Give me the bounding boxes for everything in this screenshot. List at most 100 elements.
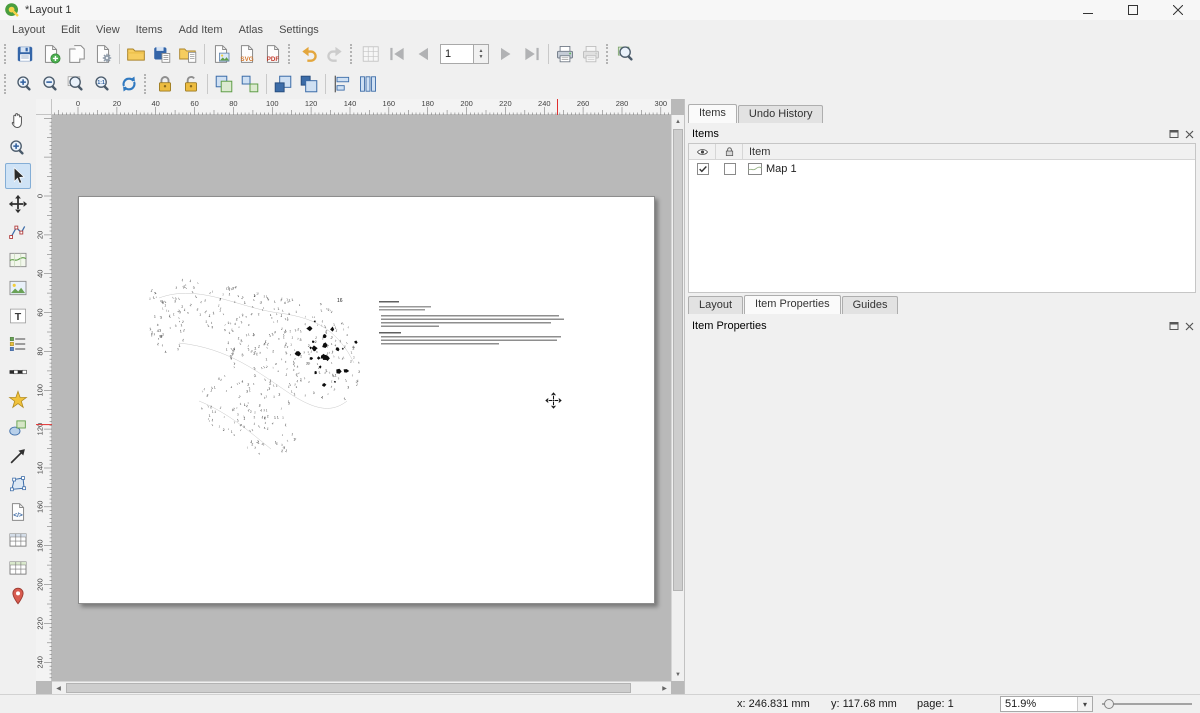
tab-layout[interactable]: Layout [688,296,743,314]
add-fixed-table-button[interactable] [5,555,31,581]
select-move-item-button[interactable] [5,163,31,189]
menu-view[interactable]: View [88,22,128,38]
scroll-right-icon[interactable]: ▶ [658,682,671,694]
menu-items[interactable]: Items [128,22,171,38]
print-button[interactable] [552,41,578,67]
export-as-image-button[interactable] [208,41,234,67]
add-node-item-button[interactable] [5,471,31,497]
zoom-slider[interactable] [1102,695,1192,713]
zoom-level-combo[interactable]: 51.9% ▾ [1000,696,1093,712]
edit-nodes-item-button[interactable] [5,219,31,245]
svg-text:1: 1 [274,300,277,304]
horizontal-ruler[interactable]: 0204060801001201401601802002202402602803… [52,99,671,115]
ungroup-items-button[interactable] [237,71,263,97]
tab-undo-history[interactable]: Undo History [738,105,824,123]
menu-edit[interactable]: Edit [53,22,88,38]
zoom-in-button[interactable] [12,71,38,97]
export-as-svg-button[interactable]: SVG [234,41,260,67]
map-item[interactable]: 142121322332131111 1211 1114432111212221… [139,253,369,461]
menu-layout[interactable]: Layout [4,22,53,38]
zoom-slider-handle[interactable] [1104,699,1114,709]
tab-item-properties[interactable]: Item Properties [744,295,841,314]
menu-atlas[interactable]: Atlas [231,22,271,38]
raise-selected-items-button[interactable] [270,71,296,97]
menu-add-item[interactable]: Add Item [171,22,231,38]
scroll-down-icon[interactable]: ▼ [672,668,684,681]
add-marker-button[interactable] [5,583,31,609]
add-attribute-table-button[interactable] [5,527,31,553]
add-shape-button[interactable] [5,415,31,441]
main-area: T </> 02040608010012014016018020022024026… [0,99,1200,694]
add-map-button[interactable] [5,247,31,273]
save-layout-button[interactable] [12,41,38,67]
float-panel-icon[interactable] [1169,321,1179,331]
unlock-all-items-button[interactable] [178,71,204,97]
toolbar-separator [548,44,549,64]
visibility-checkbox[interactable] [697,163,709,175]
lock-column-header[interactable] [716,144,743,159]
atlas-page-spinbox[interactable]: ▲▼ [440,44,489,64]
item-column-header[interactable]: Item [743,144,1195,159]
close-panel-icon[interactable] [1185,130,1194,139]
zoom-out-button[interactable] [38,71,64,97]
move-item-content-button[interactable] [5,191,31,217]
visibility-column-header[interactable] [689,144,716,159]
atlas-icon [361,44,381,64]
menu-settings[interactable]: Settings [271,22,327,38]
pan-button[interactable] [5,107,31,133]
svg-text:2: 2 [267,414,269,418]
float-panel-icon[interactable] [1169,129,1179,139]
load-from-template-button[interactable] [175,41,201,67]
text-item[interactable] [379,300,573,354]
layout-manager-button[interactable] [90,41,116,67]
refresh-view-button[interactable] [116,71,142,97]
add-north-arrow-button[interactable] [5,387,31,413]
add-legend-button[interactable] [5,331,31,357]
page[interactable]: 142121322332131111 1211 1114432111212221… [78,196,655,604]
open-layout-button[interactable] [123,41,149,67]
vertical-scroll-thumb[interactable] [673,129,683,591]
lock-selected-items-button[interactable] [152,71,178,97]
spinner-arrows-icon[interactable]: ▲▼ [474,44,489,64]
align-selected-items-button[interactable] [329,71,355,97]
svg-text:2: 2 [290,354,292,356]
add-arrow-button[interactable] [5,443,31,469]
add-html-button[interactable]: </> [5,499,31,525]
lower-selected-items-button[interactable] [296,71,322,97]
scroll-left-icon[interactable]: ◀ [52,682,65,694]
minimize-button[interactable] [1065,0,1110,20]
canvas-horizontal-scrollbar[interactable]: ◀ ▶ [52,681,671,694]
distribute-items-button[interactable] [355,71,381,97]
add-scalebar-button[interactable] [5,359,31,385]
group-items-button[interactable] [211,71,237,97]
maximize-button[interactable] [1110,0,1155,20]
add-label-button[interactable]: T [5,303,31,329]
zoom-actual-size-button[interactable]: 1:1 [90,71,116,97]
save-as-template-button[interactable] [149,41,175,67]
layout-canvas[interactable]: 142121322332131111 1211 1114432111212221… [52,115,671,681]
new-layout-button[interactable] [38,41,64,67]
zoom-to-atlas-feature-button[interactable] [614,41,640,67]
tab-items[interactable]: Items [688,104,737,123]
zoom-button[interactable] [5,135,31,161]
duplicate-layout-button[interactable] [64,41,90,67]
horizontal-scroll-thumb[interactable] [66,683,631,693]
item-row[interactable]: Map 1 [689,160,1195,177]
item-cell[interactable]: Map 1 [743,163,1195,175]
vertical-ruler[interactable]: 020406080100120140160180200220240 [36,115,52,681]
zoom-full-button[interactable] [64,71,90,97]
tab-guides[interactable]: Guides [842,296,899,314]
atlas-page-input[interactable] [440,44,474,64]
lock-checkbox[interactable] [724,163,736,175]
svg-text:2: 2 [257,441,260,445]
close-button[interactable] [1155,0,1200,20]
svg-text:3: 3 [240,339,243,343]
scroll-up-icon[interactable]: ▲ [672,115,684,128]
nodes-icon [8,222,28,242]
close-panel-icon[interactable] [1185,322,1194,331]
add-picture-button[interactable] [5,275,31,301]
undo-button[interactable] [296,41,322,67]
export-as-pdf-button[interactable]: PDF [260,41,286,67]
zoom-combo-arrow-icon[interactable]: ▾ [1077,697,1092,711]
canvas-vertical-scrollbar[interactable]: ▲ ▼ [671,115,684,681]
